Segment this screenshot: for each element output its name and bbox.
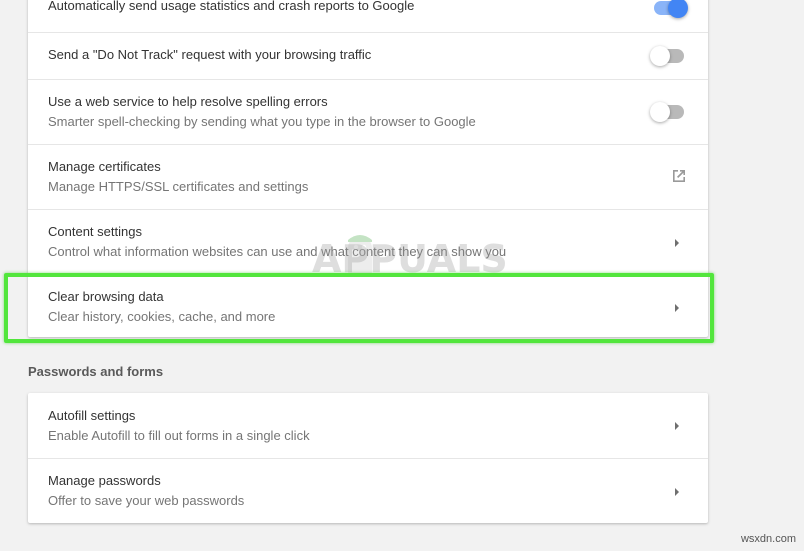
chevron-right-icon[interactable] — [672, 420, 682, 432]
do-not-track-label: Send a "Do Not Track" request with your … — [48, 47, 372, 62]
clear-browsing-data-row[interactable]: Clear browsing data Clear history, cooki… — [28, 274, 708, 337]
manage-certificates-row[interactable]: Manage certificates Manage HTTPS/SSL cer… — [28, 144, 708, 209]
manage-certificates-description: Manage HTTPS/SSL certificates and settin… — [48, 179, 309, 194]
passwords-section-title: Passwords and forms — [28, 364, 164, 379]
content-settings-description: Control what information websites can us… — [48, 244, 507, 259]
open-in-new-icon[interactable] — [670, 167, 688, 185]
spelling-service-description: Smarter spell-checking by sending what y… — [48, 114, 476, 129]
spelling-service-label: Use a web service to help resolve spelli… — [48, 94, 328, 109]
passwords-forms-card: Autofill settings Enable Autofill to fil… — [28, 393, 708, 523]
usage-stats-toggle[interactable] — [652, 0, 688, 18]
usage-stats-label: Automatically send usage statistics and … — [48, 0, 415, 13]
autofill-settings-label: Autofill settings — [48, 408, 136, 423]
manage-passwords-description: Offer to save your web passwords — [48, 493, 245, 508]
autofill-settings-description: Enable Autofill to fill out forms in a s… — [48, 428, 310, 443]
do-not-track-toggle[interactable] — [650, 46, 686, 66]
content-settings-label: Content settings — [48, 224, 142, 239]
chevron-right-icon[interactable] — [672, 237, 682, 249]
privacy-settings-card: Automatically send usage statistics and … — [28, 0, 708, 337]
manage-passwords-label: Manage passwords — [48, 473, 161, 488]
clear-browsing-data-label: Clear browsing data — [48, 289, 164, 304]
chevron-right-icon[interactable] — [672, 302, 682, 314]
site-watermark: wsxdn.com — [740, 533, 796, 545]
do-not-track-row[interactable]: Send a "Do Not Track" request with your … — [28, 32, 708, 79]
autofill-settings-row[interactable]: Autofill settings Enable Autofill to fil… — [28, 393, 708, 458]
spelling-service-toggle[interactable] — [650, 102, 686, 122]
usage-stats-row[interactable]: Automatically send usage statistics and … — [28, 0, 708, 32]
manage-certificates-label: Manage certificates — [48, 159, 161, 174]
spelling-service-row[interactable]: Use a web service to help resolve spelli… — [28, 79, 708, 144]
chevron-right-icon[interactable] — [672, 486, 682, 498]
content-settings-row[interactable]: Content settings Control what informatio… — [28, 209, 708, 274]
manage-passwords-row[interactable]: Manage passwords Offer to save your web … — [28, 458, 708, 523]
clear-browsing-data-description: Clear history, cookies, cache, and more — [48, 309, 276, 324]
